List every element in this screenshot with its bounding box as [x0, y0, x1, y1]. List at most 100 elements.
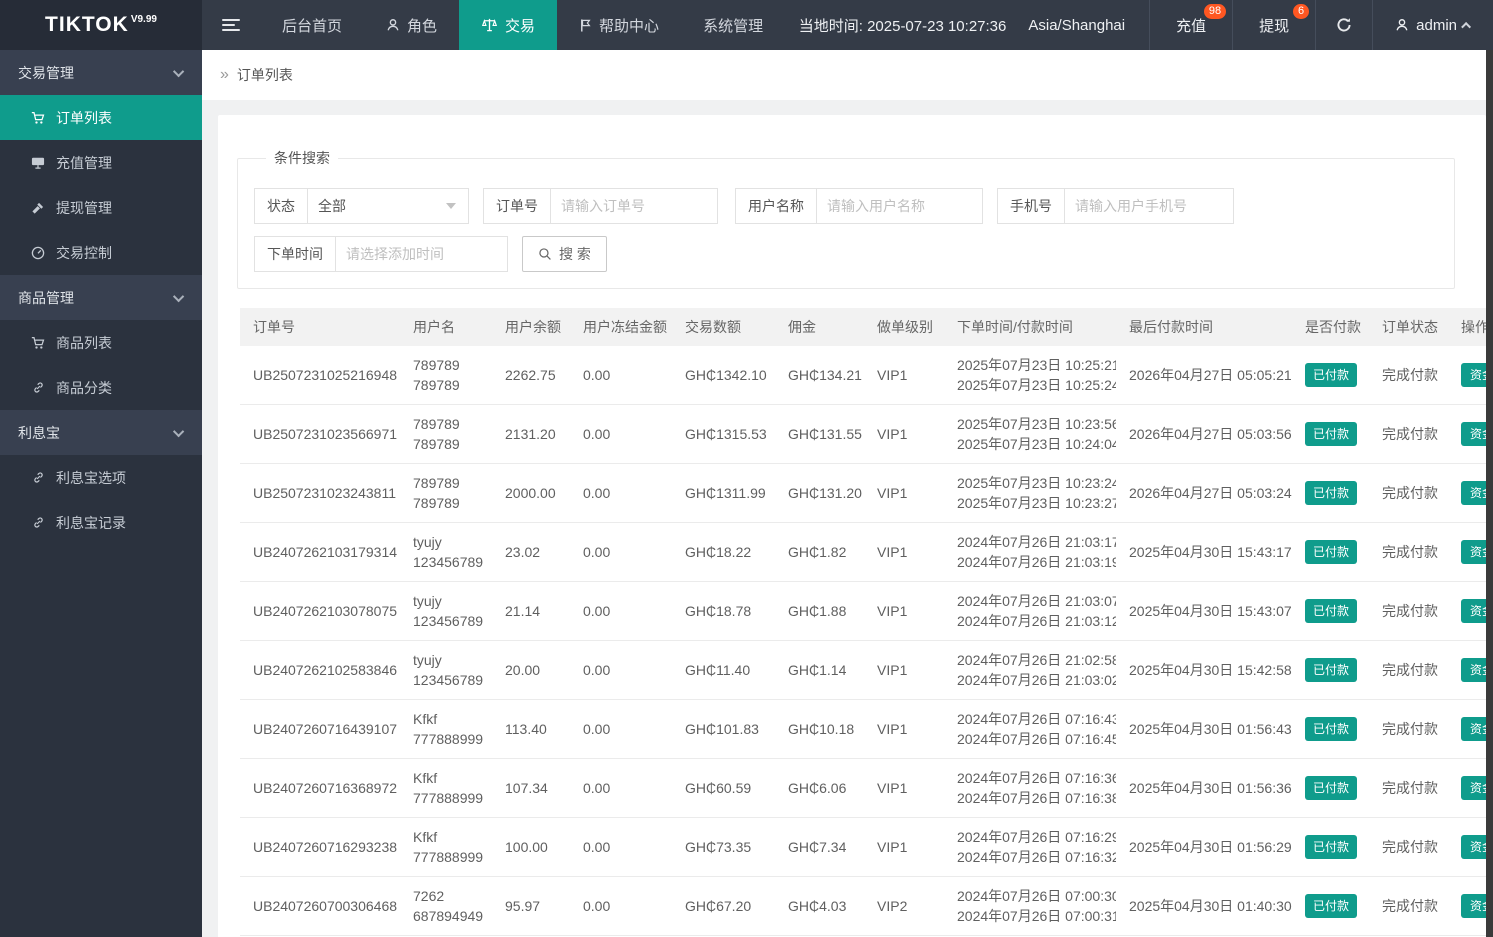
search-button[interactable]: 搜 索	[522, 236, 607, 272]
sidebar-item[interactable]: 交易控制	[0, 230, 202, 275]
trade-amount-cell: GH₵11.40	[685, 662, 751, 678]
sidebar-item-label: 充值管理	[56, 154, 112, 171]
commission-cell: GH₵7.34	[788, 839, 847, 855]
table-row: UB2407262102583846 tyujy 123456789 20.00 …	[240, 641, 1486, 700]
paid-status-badge: 已付款	[1305, 776, 1358, 800]
column-header: 操作	[1461, 319, 1486, 335]
fund-detail-button[interactable]: 资金明细	[1461, 599, 1486, 623]
fund-detail-button[interactable]: 资金明细	[1461, 894, 1486, 918]
fund-detail-button[interactable]: 资金明细	[1461, 776, 1486, 800]
order-pay-time-cell: 2024年07月26日 07:16:36 2024年07月26日 07:16:38	[957, 770, 1116, 806]
order-status-cell: 完成付款	[1382, 721, 1438, 737]
sidebar-item[interactable]: 商品列表	[0, 320, 202, 365]
search-panel: 条件搜索 状态 全部 订单号 用户名称 手	[237, 148, 1455, 289]
username-text: admin	[1416, 16, 1457, 34]
column-header: 佣金	[788, 319, 816, 335]
vertical-scrollbar[interactable]	[1486, 50, 1493, 937]
nav-item[interactable]: 帮助中心	[557, 0, 681, 50]
hamburger-icon	[222, 16, 240, 34]
order-no-cell: UB2407260716293238	[253, 839, 398, 855]
breadcrumb-chevrons-icon: »	[220, 66, 229, 83]
user-balance-cell: 2000.00	[505, 485, 556, 501]
nav-item[interactable]: 交易	[459, 0, 558, 50]
column-header: 下单时间/付款时间	[957, 319, 1073, 335]
order-no-cell: UB2507231025216948	[253, 367, 398, 383]
paid-status-badge: 已付款	[1305, 658, 1358, 682]
nav-item[interactable]: 后台首页	[260, 0, 364, 50]
nav-item[interactable]: 角色	[364, 0, 459, 50]
fund-detail-button[interactable]: 资金明细	[1461, 422, 1486, 446]
vip-level-cell: VIP1	[877, 485, 908, 501]
logo-text: TIKTOK	[45, 13, 129, 36]
sidebar-item-label: 商品列表	[56, 334, 112, 351]
commission-cell: GH₵1.88	[788, 603, 847, 619]
user-menu[interactable]: admin	[1373, 0, 1493, 50]
nav-item-label: 后台首页	[282, 17, 343, 35]
user-balance-cell: 21.14	[505, 603, 541, 619]
chevron-up-icon	[1461, 21, 1472, 32]
commission-cell: GH₵1.14	[788, 662, 847, 678]
action-cell: 资金明细	[1448, 422, 1486, 446]
sidebar-group-header[interactable]: 交易管理	[0, 50, 202, 95]
commission-cell: GH₵134.21	[788, 367, 862, 383]
scales-icon	[481, 17, 498, 33]
nav-item-label: 交易	[505, 17, 536, 35]
sidebar-item[interactable]: 订单列表	[0, 95, 202, 140]
order-pay-time-cell: 2024年07月26日 21:03:07 2024年07月26日 21:03:12	[957, 593, 1116, 629]
phone-input[interactable]	[1064, 188, 1234, 224]
sidebar-item[interactable]: 提现管理	[0, 185, 202, 230]
user-name-cell: tyujy 123456789	[413, 593, 484, 629]
order-no-cell: UB2407262103078075	[253, 603, 398, 619]
paid-cell: 已付款	[1292, 481, 1369, 505]
logo-version: V9.99	[130, 13, 157, 25]
fund-detail-button[interactable]: 资金明细	[1461, 540, 1486, 564]
action-cell: 资金明细	[1448, 658, 1486, 682]
sidebar-item[interactable]: 商品分类	[0, 365, 202, 410]
vip-level-cell: VIP1	[877, 367, 908, 383]
order-time-input[interactable]	[335, 236, 508, 272]
fund-detail-button[interactable]: 资金明细	[1461, 481, 1486, 505]
menu-toggle-button[interactable]	[202, 0, 260, 50]
status-select[interactable]: 全部	[307, 188, 469, 224]
column-header: 用户冻结金额	[583, 319, 667, 335]
last-pay-time-cell: 2026年04月27日 05:03:24	[1129, 485, 1292, 501]
frozen-amount-cell: 0.00	[583, 898, 611, 914]
recharge-button[interactable]: 充值 98	[1150, 0, 1232, 50]
sidebar-group-header[interactable]: 利息宝	[0, 410, 202, 455]
fund-detail-button[interactable]: 资金明细	[1461, 717, 1486, 741]
user-name-cell: 789789 789789	[413, 357, 460, 393]
order-no-input[interactable]	[550, 188, 718, 224]
fund-detail-button[interactable]: 资金明细	[1461, 363, 1486, 387]
link-icon	[30, 516, 46, 529]
order-no-cell: UB2507231023243811	[253, 485, 396, 501]
column-header: 订单号	[253, 319, 295, 335]
fund-detail-button[interactable]: 资金明细	[1461, 658, 1486, 682]
last-pay-time-cell: 2026年04月27日 05:05:21	[1129, 367, 1292, 383]
table-header-row: 订单号 用户名 用户余额 用户冻结金额 交易数额 佣金 做单级别 下单时间/付款时间 最后付款时…	[240, 308, 1486, 346]
nav-item[interactable]: 系统管理	[681, 0, 785, 50]
vip-level-cell: VIP1	[877, 839, 908, 855]
user-name-cell: 789789 789789	[413, 475, 460, 511]
last-pay-time-cell: 2025年04月30日 01:56:43	[1129, 721, 1292, 737]
last-pay-time-cell: 2025年04月30日 15:42:58	[1129, 662, 1292, 678]
sidebar-item[interactable]: 利息宝记录	[0, 500, 202, 545]
paid-cell: 已付款	[1292, 835, 1369, 859]
username-input[interactable]	[816, 188, 983, 224]
sidebar-item[interactable]: 利息宝选项	[0, 455, 202, 500]
top-bar: TIKTOK V9.99 后台首页 角色 交易 帮助中心 系统管理 当地时间: 2…	[0, 0, 1493, 50]
fund-detail-button[interactable]: 资金明细	[1461, 835, 1486, 859]
commission-cell: GH₵1.82	[788, 544, 847, 560]
withdraw-button[interactable]: 提现 6	[1233, 0, 1315, 50]
sidebar-group-header[interactable]: 商品管理	[0, 275, 202, 320]
frozen-amount-cell: 0.00	[583, 721, 611, 737]
action-cell: 资金明细	[1448, 599, 1486, 623]
order-pay-time-cell: 2024年07月26日 07:16:29 2024年07月26日 07:16:32	[957, 829, 1116, 865]
search-button-label: 搜 索	[559, 246, 591, 262]
sidebar-item[interactable]: 充值管理	[0, 140, 202, 185]
frozen-amount-cell: 0.00	[583, 485, 611, 501]
vip-level-cell: VIP1	[877, 426, 908, 442]
breadcrumb: » 订单列表	[202, 50, 1493, 100]
order-status-cell: 完成付款	[1382, 544, 1438, 560]
refresh-button[interactable]	[1316, 0, 1372, 50]
gauge-icon	[30, 246, 46, 260]
